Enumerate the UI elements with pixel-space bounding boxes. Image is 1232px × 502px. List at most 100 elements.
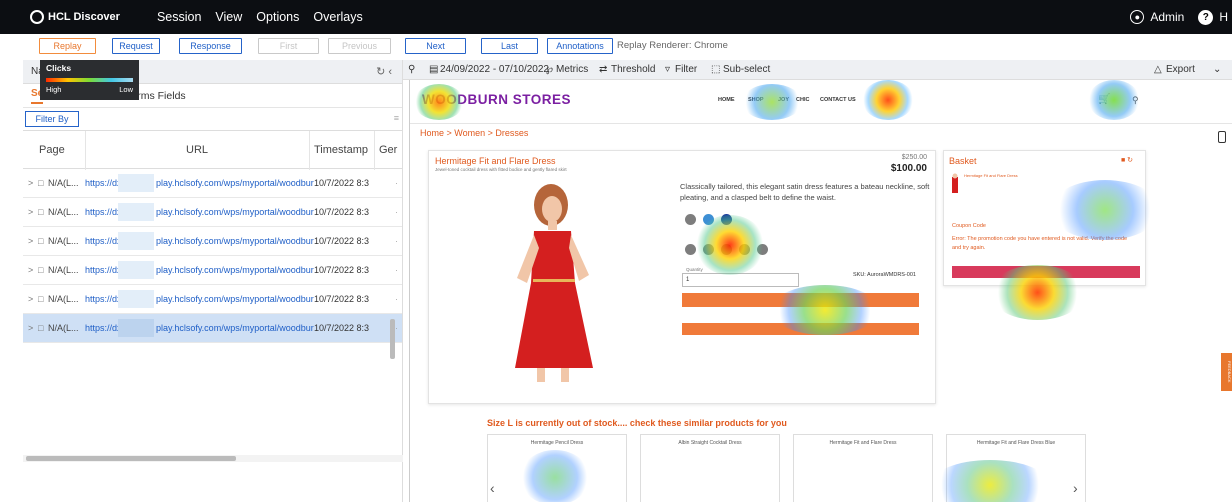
table-row[interactable]: > □ N/A(L... https://dx play.hclsofy.com…: [23, 285, 402, 314]
row-url-start[interactable]: https://dx: [85, 236, 122, 246]
size-swatch[interactable]: [739, 244, 750, 255]
refresh-collapse-icon[interactable]: ↻ ‹: [376, 65, 392, 78]
row-url-end[interactable]: play.hclsofy.com/wps/myportal/woodbur: [156, 236, 314, 246]
row-url-start[interactable]: https://dx: [85, 178, 122, 188]
row-url-end[interactable]: play.hclsofy.com/wps/myportal/woodbur: [156, 294, 314, 304]
row-url-end[interactable]: play.hclsofy.com/wps/myportal/woodbur: [156, 265, 314, 275]
basket-delete-icon[interactable]: ■ ↻: [1121, 156, 1133, 164]
mobile-device-icon[interactable]: [1218, 131, 1226, 143]
checkout-button[interactable]: [952, 266, 1140, 278]
buy-now-button[interactable]: [682, 323, 919, 335]
basket-item-name[interactable]: Hermitage Fit and Flare Dress: [964, 173, 1018, 178]
filter-by-button[interactable]: Filter By: [25, 111, 79, 127]
site-logo[interactable]: WOODBURN STORES: [422, 92, 571, 107]
row-url-end[interactable]: play.hclsofy.com/wps/myportal/woodbur: [156, 207, 314, 217]
threshold-button[interactable]: Threshold: [611, 64, 655, 75]
cart-icon[interactable]: 🛒: [1098, 94, 1110, 105]
session-rows: > □ N/A(L... https://dx play.hclsofy.com…: [23, 169, 402, 343]
table-row[interactable]: > □ N/A(L... https://dx play.hclsofy.com…: [23, 169, 402, 198]
replay-button[interactable]: Replay: [39, 38, 96, 54]
export-chevron-icon[interactable]: ⌄: [1213, 64, 1221, 75]
column-url[interactable]: URL: [186, 144, 208, 156]
row-url-end[interactable]: play.hclsofy.com/wps/myportal/woodbur: [156, 323, 314, 333]
row-url-start[interactable]: https://dx: [85, 323, 122, 333]
expand-chevron-icon[interactable]: >: [28, 178, 33, 188]
table-row-selected[interactable]: > □ N/A(L... https://dx play.hclsofy.com…: [23, 314, 402, 343]
similar-product-card[interactable]: Albin Straight Cocktail Dress: [640, 434, 780, 502]
similar-product-name: Hermitage Pencil Dress: [530, 440, 584, 446]
help-icon[interactable]: ?: [1198, 9, 1214, 25]
metrics-icon[interactable]: ℘: [546, 64, 553, 75]
export-button[interactable]: Export: [1166, 64, 1195, 75]
user-name[interactable]: Admin: [1150, 10, 1184, 24]
size-swatch[interactable]: [685, 244, 696, 255]
metrics-button[interactable]: Metrics: [556, 64, 588, 75]
site-nav-shop[interactable]: SHOP: [748, 97, 764, 103]
menu-session[interactable]: Session: [157, 10, 201, 24]
menu-options[interactable]: Options: [256, 10, 299, 24]
site-nav-contact[interactable]: CONTACT US: [820, 97, 856, 103]
filter-icon[interactable]: ▿: [665, 64, 670, 75]
response-button[interactable]: Response: [179, 38, 242, 54]
feedback-tab[interactable]: FEEDBACK: [1221, 353, 1232, 391]
table-row[interactable]: > □ N/A(L... https://dx play.hclsofy.com…: [23, 227, 402, 256]
site-nav-home[interactable]: HOME: [718, 97, 735, 103]
app-logo[interactable]: HCL Discover: [30, 10, 120, 24]
user-icon[interactable]: ●: [1130, 10, 1145, 24]
horizontal-scrollbar[interactable]: [26, 456, 236, 461]
annotations-button[interactable]: Annotations: [547, 38, 613, 54]
column-page[interactable]: Page: [39, 144, 65, 156]
filter-button[interactable]: Filter: [675, 64, 697, 75]
site-nav-chic[interactable]: CHIC: [796, 97, 809, 103]
first-button[interactable]: First: [258, 38, 319, 54]
next-button[interactable]: Next: [405, 38, 466, 54]
table-row[interactable]: > □ N/A(L... https://dx play.hclsofy.com…: [23, 256, 402, 285]
date-range[interactable]: 24/09/2022 - 07/10/2022: [440, 64, 549, 75]
expand-chevron-icon[interactable]: >: [28, 323, 33, 333]
subselect-button[interactable]: Sub-select: [723, 64, 770, 75]
row-page: N/A(L...: [48, 294, 79, 304]
export-icon[interactable]: △: [1154, 64, 1162, 75]
help-label[interactable]: H: [1219, 10, 1228, 24]
row-url-start[interactable]: https://dx: [85, 294, 122, 304]
menu-view[interactable]: View: [215, 10, 242, 24]
breadcrumb[interactable]: Home > Women > Dresses: [420, 128, 528, 138]
similar-product-card[interactable]: Hermitage Fit and Flare Dress: [793, 434, 933, 502]
add-to-basket-button[interactable]: [682, 293, 919, 307]
similar-product-card[interactable]: Hermitage Pencil Dress: [487, 434, 627, 502]
size-swatch[interactable]: [757, 244, 768, 255]
tab-forms-fields[interactable]: rms Fields: [137, 90, 185, 102]
size-swatch[interactable]: [721, 244, 732, 255]
column-timestamp[interactable]: Timestamp: [314, 144, 368, 156]
column-gender[interactable]: Ger: [379, 144, 397, 156]
site-search-icon[interactable]: ⚲: [1132, 95, 1139, 106]
expand-chevron-icon[interactable]: >: [28, 236, 33, 246]
menu-overlays[interactable]: Overlays: [313, 10, 362, 24]
subselect-icon[interactable]: ⬚: [711, 64, 720, 75]
threshold-icon[interactable]: ⇄: [599, 64, 607, 75]
carousel-next-icon[interactable]: ›: [1073, 480, 1078, 496]
similar-product-card[interactable]: Hermitage Fit and Flare Dress Blue: [946, 434, 1086, 502]
row-gender-cell: ·: [395, 207, 398, 217]
vertical-scrollbar[interactable]: [390, 319, 395, 359]
row-url-start[interactable]: https://dx: [85, 265, 122, 275]
expand-chevron-icon[interactable]: >: [28, 294, 33, 304]
last-button[interactable]: Last: [481, 38, 538, 54]
color-swatch-navy[interactable]: [721, 214, 732, 225]
request-button[interactable]: Request: [112, 38, 160, 54]
row-url-start[interactable]: https://dx: [85, 207, 122, 217]
previous-button[interactable]: Previous: [328, 38, 391, 54]
expand-chevron-icon[interactable]: >: [28, 207, 33, 217]
site-nav-joy[interactable]: JOY: [778, 97, 789, 103]
calendar-icon[interactable]: ▤: [429, 64, 438, 75]
row-url-end[interactable]: play.hclsofy.com/wps/myportal/woodbur: [156, 178, 314, 188]
column-menu-icon[interactable]: ≡: [394, 113, 399, 123]
carousel-prev-icon[interactable]: ‹: [490, 480, 495, 496]
color-swatch-gray[interactable]: [685, 214, 696, 225]
table-row[interactable]: > □ N/A(L... https://dx play.hclsofy.com…: [23, 198, 402, 227]
size-swatch[interactable]: [703, 244, 714, 255]
expand-chevron-icon[interactable]: >: [28, 265, 33, 275]
quantity-field[interactable]: Quantity 1: [682, 267, 799, 287]
color-swatch-blue[interactable]: [703, 214, 714, 225]
zoom-icon[interactable]: ⚲: [408, 64, 415, 75]
